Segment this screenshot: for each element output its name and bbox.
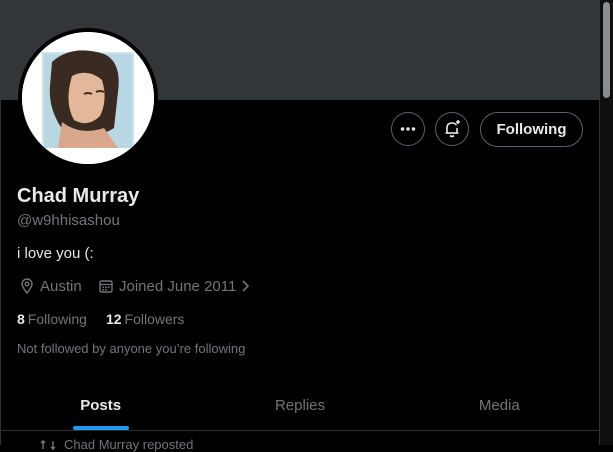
avatar-image xyxy=(22,32,154,164)
calendar-icon xyxy=(99,280,113,293)
more-horizontal-icon xyxy=(400,127,416,131)
scrollbar[interactable] xyxy=(600,0,613,445)
profile-bio: i love you (: xyxy=(17,245,94,262)
location-label: Austin xyxy=(40,277,82,295)
joined-label: Joined June 2011 xyxy=(119,277,237,295)
tab-replies-label: Replies xyxy=(274,396,325,414)
profile-tabs: Posts Replies Media xyxy=(1,380,599,430)
tab-posts[interactable]: Posts xyxy=(1,380,200,430)
following-count: 8 xyxy=(17,311,25,327)
profile-handle: @w9hhisashou xyxy=(17,212,120,229)
followers-stat-link[interactable]: 12 Followers xyxy=(106,311,184,327)
profile-location: Austin xyxy=(19,276,82,296)
followers-stat-label: Followers xyxy=(124,311,185,327)
bell-plus-icon xyxy=(445,120,460,138)
avatar[interactable] xyxy=(18,28,158,168)
more-options-button[interactable] xyxy=(391,112,425,146)
following-button[interactable]: Following xyxy=(480,112,583,147)
following-stat-label: Following xyxy=(27,311,87,327)
scrollbar-thumb[interactable] xyxy=(603,2,610,98)
tabs-divider xyxy=(1,430,599,431)
profile-name: Chad Murray xyxy=(17,185,140,207)
not-followed-notice: Not followed by anyone you’re following xyxy=(17,341,246,356)
following-stat-link[interactable]: 8 Following xyxy=(17,311,87,327)
tab-media[interactable]: Media xyxy=(400,380,599,430)
notifications-button[interactable] xyxy=(435,112,469,146)
profile-stats: 8 Following 12 Followers xyxy=(17,311,203,327)
tab-media-label: Media xyxy=(478,396,520,414)
followers-count: 12 xyxy=(105,311,122,327)
location-pin-icon xyxy=(21,278,33,294)
profile-joined: Joined June 2011 xyxy=(98,276,257,296)
tab-replies[interactable]: Replies xyxy=(200,380,399,430)
chevron-right-icon[interactable] xyxy=(240,278,252,294)
tab-posts-label: Posts xyxy=(80,396,122,414)
